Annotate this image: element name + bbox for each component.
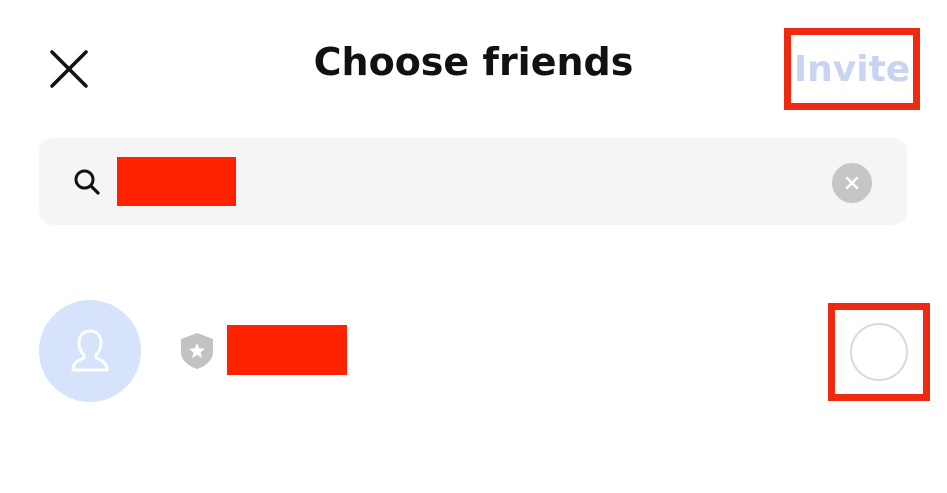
select-friend-checkbox[interactable] xyxy=(850,323,908,381)
search-bar xyxy=(39,138,907,225)
search-icon xyxy=(74,169,100,195)
star-shield-icon xyxy=(181,333,213,369)
person-icon xyxy=(71,329,109,372)
select-highlight xyxy=(828,303,930,401)
search-input[interactable] xyxy=(117,157,236,206)
clear-icon xyxy=(845,176,859,190)
friend-name xyxy=(227,325,347,375)
clear-search-button[interactable] xyxy=(832,163,872,203)
invite-button[interactable]: Invite xyxy=(794,49,910,90)
invite-highlight: Invite xyxy=(784,28,920,110)
friend-list-item[interactable] xyxy=(0,290,947,410)
avatar xyxy=(39,300,141,402)
